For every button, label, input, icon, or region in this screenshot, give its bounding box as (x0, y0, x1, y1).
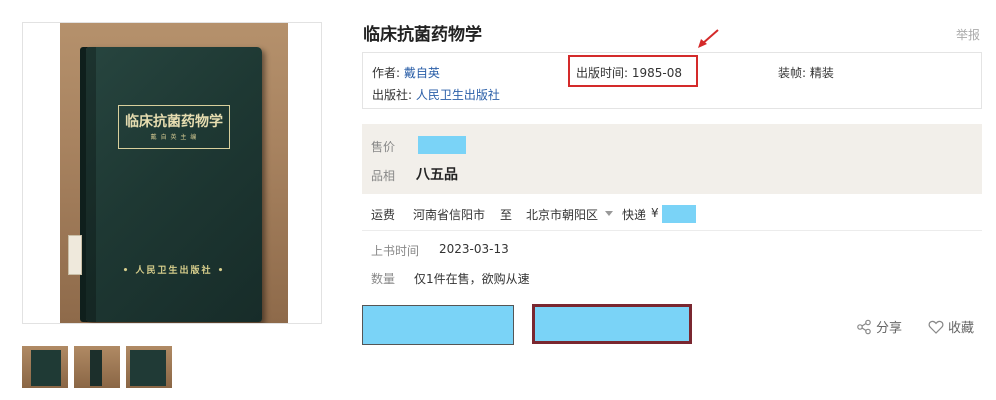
binding-label: 装帧: (778, 66, 807, 80)
favorite-label: 收藏 (948, 321, 975, 336)
thumbnail-1[interactable] (22, 346, 68, 388)
condition-label: 品相 (371, 169, 396, 183)
quantity-value: 仅1件在售，欲购从速 (414, 272, 530, 286)
shipping-to-label: 至 (500, 208, 513, 222)
divider (362, 230, 982, 231)
listed-time-value: 2023-03-13 (439, 242, 509, 256)
share-icon (857, 319, 871, 335)
shipping-from: 河南省信阳市 (413, 208, 486, 222)
author-attr: 作者: 戴自英 (372, 64, 440, 81)
cover-title: 临床抗菌药物学 (125, 114, 223, 130)
cover-publisher: • 人民卫生出版社 • (122, 266, 226, 276)
cover-title-frame: 临床抗菌药物学 戴 自 英 主 编 (118, 105, 230, 149)
annotation-arrow-icon (698, 29, 719, 48)
shipping-method: 快递 (622, 208, 647, 222)
favorite-button[interactable]: 收藏 (928, 317, 974, 336)
publisher-link[interactable]: 人民卫生出版社 (416, 88, 500, 102)
cover-editor: 戴 自 英 主 编 (150, 134, 198, 141)
price-label: 售价 (371, 140, 396, 154)
product-title: 临床抗菌药物学 (363, 25, 482, 45)
book-spine (86, 47, 96, 322)
report-link[interactable]: 举报 (956, 26, 980, 43)
shipping-label: 运费 (371, 208, 396, 222)
library-label (68, 235, 82, 275)
binding-value: 精装 (809, 66, 834, 80)
redacted-shipping-fee (662, 205, 696, 223)
thumbnail-3[interactable] (126, 346, 172, 388)
book-photo: 临床抗菌药物学 戴 自 英 主 编 • 人民卫生出版社 • (60, 23, 288, 323)
listed-time-label: 上书时间 (371, 244, 420, 258)
shipping-destination[interactable]: 北京市朝阳区 (526, 206, 598, 223)
publisher-label: 出版社: (372, 88, 413, 102)
publisher-attr: 出版社: 人民卫生出版社 (372, 86, 500, 103)
share-button[interactable]: 分享 (856, 317, 902, 336)
thumbnail-2[interactable] (74, 346, 120, 388)
author-link[interactable]: 戴自英 (404, 66, 440, 80)
book-cover: 临床抗菌药物学 戴 自 英 主 编 • 人民卫生出版社 • (86, 47, 262, 322)
redacted-price (418, 136, 466, 154)
author-label: 作者: (372, 66, 401, 80)
shipping-currency: ¥ (651, 206, 659, 220)
caret-down-icon[interactable] (605, 211, 613, 216)
share-label: 分享 (876, 321, 903, 336)
heart-icon (928, 320, 944, 334)
buy-now-button[interactable] (532, 304, 692, 344)
condition-value: 八五品 (416, 167, 458, 183)
add-to-cart-button[interactable] (362, 305, 514, 345)
publish-time-highlight (568, 55, 698, 87)
quantity-label: 数量 (371, 272, 396, 286)
main-product-image[interactable]: 临床抗菌药物学 戴 自 英 主 编 • 人民卫生出版社 • (22, 22, 322, 324)
binding-attr: 装帧: 精装 (778, 64, 834, 81)
